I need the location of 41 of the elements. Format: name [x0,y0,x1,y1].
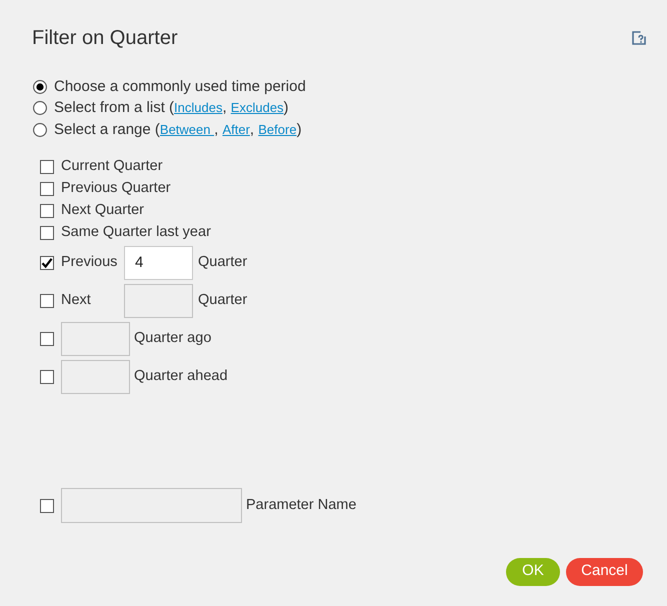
checkbox-label: Current Quarter [61,156,163,176]
cancel-button[interactable]: Cancel [566,558,643,586]
checkbox[interactable] [40,204,54,218]
radio-button[interactable] [33,122,47,137]
field-label: Quarter [198,290,248,310]
radio-button[interactable] [33,80,47,94]
field-label: Quarter ahead [134,366,228,386]
checkbox[interactable] [40,294,54,308]
filter-link[interactable]: Excludes [230,100,284,115]
checkbox[interactable] [40,498,54,512]
radio-label: Choose a commonly used time period [54,76,306,96]
checkbox-label: Previous Quarter [61,178,171,198]
number-field[interactable]: 4 [124,246,193,280]
checkbox[interactable] [40,226,54,240]
dialog-title: Filter on Quarter [32,26,178,50]
parameter-field[interactable] [61,488,242,523]
number-field[interactable] [61,322,130,356]
checkbox[interactable] [40,160,54,174]
filter-link[interactable]: Between [160,122,214,136]
radio-label: Select a range (Between , After, Before) [54,120,302,140]
ok-button[interactable]: OK [506,558,560,586]
field-label: Quarter ago [134,328,212,348]
check-icon [41,256,53,268]
number-field[interactable] [124,284,193,318]
checkbox-label: Next Quarter [61,200,144,220]
checkbox[interactable] [40,370,54,384]
number-field[interactable] [61,360,130,394]
checkbox[interactable] [40,332,54,346]
checkbox-label: Previous [61,252,118,272]
help-icon[interactable] [632,31,646,45]
field-label: Parameter Name [246,496,356,515]
filter-link[interactable]: Before [258,122,297,136]
checkbox-label: Next [61,290,92,310]
filter-link[interactable]: After [222,122,250,136]
checkbox[interactable] [40,256,54,270]
filter-link[interactable]: Includes [174,100,222,115]
checkbox-label: Same Quarter last year [61,222,211,242]
radio-label: Select from a list (Includes, Excludes) [54,98,289,118]
checkbox[interactable] [40,182,54,196]
field-label: Quarter [198,252,248,272]
radio-button[interactable] [33,101,47,116]
